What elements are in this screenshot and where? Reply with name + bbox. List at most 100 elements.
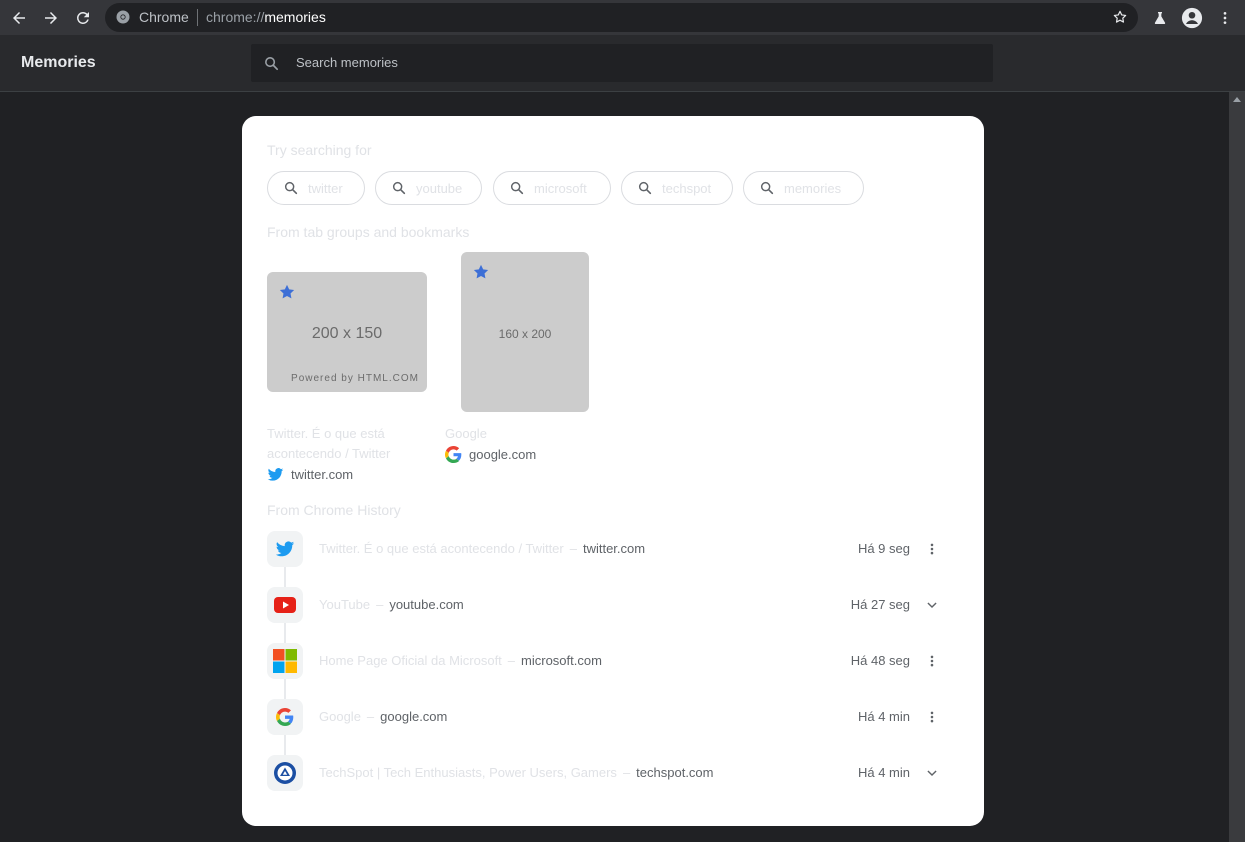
history-row[interactable]: TechSpot | Tech Enthusiasts, Power Users… [267,755,967,791]
chrome-site-icon [116,10,130,24]
thumbnail-placeholder-text: 160 x 200 [498,327,552,341]
thumbnail-caption: Powered by HTML.COM [291,373,419,384]
reload-icon [76,11,89,24]
profile-button[interactable] [1178,4,1205,31]
row-page-title: YouTube [319,597,371,612]
history-row[interactable]: Google – google.com Há 4 min [267,699,967,735]
search-icon [392,181,406,195]
history-heading: From Chrome History [267,502,401,518]
row-time: Há 4 min [857,709,910,724]
row-separator: – [507,653,516,668]
history-row[interactable]: YouTube – youtube.com Há 27 seg [267,587,967,623]
bookmark-title-line: Twitter. É o que está [267,426,385,441]
row-time: Há 48 seg [850,653,910,668]
row-page-title: TechSpot | Tech Enthusiasts, Power Users… [319,765,617,780]
row-host: twitter.com [582,541,646,556]
browser-menu-button[interactable] [1211,4,1238,31]
techspot-icon [274,762,296,784]
bookmark-tile-google[interactable]: 160 x 200 [461,252,589,412]
search-icon [760,181,774,195]
row-favicon [267,587,303,623]
chip-label: memories [784,181,842,196]
arrow-right-icon [44,11,57,24]
search-icon [265,57,279,71]
more-vert-icon [930,543,934,555]
row-favicon [267,755,303,791]
omnibox-url-scheme: chrome:// [206,9,265,25]
more-vert-icon [1223,11,1226,24]
app-header: Memories Search memories [0,35,1245,92]
row-title[interactable]: YouTube – youtube.com [319,597,464,612]
search-input[interactable]: Search memories [296,55,398,70]
row-time: Há 4 min [857,765,910,780]
omnibox-url: chrome://memories [206,9,326,25]
omnibox-site-label: Chrome [139,9,189,25]
chip-twitter[interactable]: twitter [267,171,365,205]
arrow-left-icon [12,11,25,24]
row-host: google.com [380,709,448,724]
labs-button[interactable] [1146,4,1173,31]
omnibox-divider [197,9,198,26]
row-host: techspot.com [636,765,714,780]
row-title[interactable]: Home Page Oficial da Microsoft – microsoft… [319,653,602,668]
search-box[interactable]: Search memories [251,44,993,82]
row-time: Há 27 seg [850,597,910,612]
row-title[interactable]: TechSpot | Tech Enthusiasts, Power Users… [319,765,714,780]
chevron-down-icon [927,602,937,609]
suggestions-heading: Try searching for [267,142,372,158]
google-icon [445,446,462,463]
scrollbar[interactable] [1229,92,1245,842]
row-expand-button[interactable] [922,595,942,615]
bookmark-title-line: Google [445,426,487,441]
back-button[interactable] [5,4,32,31]
memories-card: Try searching for twitter youtube micros… [242,116,984,826]
twitter-icon [267,468,284,481]
chip-techspot[interactable]: techspot [621,171,733,205]
bookmark-url: google.com [469,447,537,462]
row-title[interactable]: Twitter. É o que está acontecendo / Twit… [319,541,645,556]
row-more-button[interactable] [922,539,942,559]
row-more-button[interactable] [922,707,942,727]
bookmarks-heading: From tab groups and bookmarks [267,224,470,240]
row-host: microsoft.com [521,653,602,668]
row-page-title: Twitter. É o que está acontecendo / Twit… [319,541,564,556]
row-time: Há 9 seg [857,541,910,556]
row-page-title: Google [319,709,361,724]
more-vert-icon [930,711,934,723]
chip-memories[interactable]: memories [743,171,864,205]
star-icon [279,284,295,299]
search-icon [284,181,298,195]
microsoft-icon [273,649,297,673]
youtube-icon [274,597,296,613]
history-row[interactable]: Home Page Oficial da Microsoft – microsoft… [267,643,967,679]
row-separator: – [376,597,384,612]
search-icon [638,181,652,195]
chip-label: twitter [308,181,343,196]
row-favicon [267,643,303,679]
forward-button[interactable] [37,4,64,31]
chip-label: techspot [662,181,712,196]
omnibox[interactable]: Chrome chrome://memories [105,3,1138,32]
chip-microsoft[interactable]: microsoft [493,171,611,205]
row-separator: – [366,709,375,724]
row-more-button[interactable] [922,651,942,671]
row-title[interactable]: Google – google.com [319,709,447,724]
row-separator: – [622,765,631,780]
flask-icon [1154,11,1165,24]
chip-label: youtube [416,181,463,196]
chip-youtube[interactable]: youtube [375,171,482,205]
reload-button[interactable] [69,4,96,31]
star-icon [473,264,489,279]
twitter-icon [275,541,295,557]
search-icon [510,181,524,195]
bookmark-title-line: acontecendo / Twitter [267,446,391,461]
row-favicon [267,531,303,567]
omnibox-url-path: memories [264,9,326,25]
chevron-down-icon [927,770,937,777]
browser-toolbar: Chrome chrome://memories [0,0,1245,35]
history-row[interactable]: Twitter. É o que está acontecendo / Twit… [267,531,967,567]
scroll-up-arrow-icon[interactable] [1233,97,1241,102]
bookmark-tile-twitter[interactable]: 200 x 150 Powered by HTML.COM [267,272,427,392]
bookmark-star-icon[interactable] [1112,9,1128,25]
row-expand-button[interactable] [922,763,942,783]
